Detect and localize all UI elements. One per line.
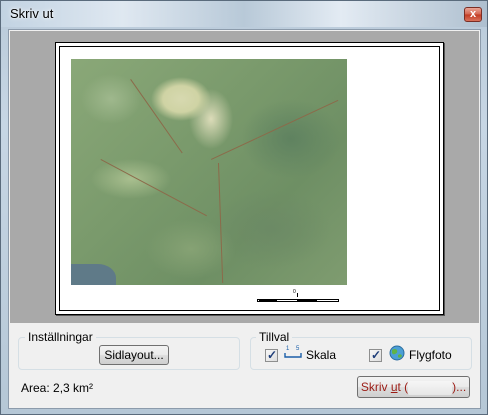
page-layout-button[interactable]: Sidlayout...	[99, 345, 169, 365]
svg-text:1: 1	[286, 346, 290, 352]
map-lake	[71, 264, 116, 285]
print-dialog: Skriv ut x 0 Inställningar Sidlayout... …	[0, 0, 488, 415]
map-road	[100, 159, 207, 217]
scale-label: Skala	[306, 348, 337, 362]
print-button-accelerator: u	[390, 380, 398, 394]
window-title: Skriv ut	[10, 6, 54, 21]
aerial-photo-label: Flygfoto	[409, 348, 452, 362]
close-icon: x	[469, 8, 477, 20]
preview-page: 0	[55, 42, 444, 315]
print-button-label-suffix: t (	[397, 380, 409, 394]
settings-group-title: Inställningar	[25, 330, 96, 344]
scale-bar: 0	[257, 289, 339, 305]
options-group-title: Tillval	[256, 330, 293, 344]
svg-text:5: 5	[296, 346, 300, 352]
print-button-label-end: )...	[452, 380, 467, 394]
options-group: Tillval 1 5 Skala Flygfoto	[250, 330, 472, 370]
print-preview: 0	[10, 31, 479, 323]
scale-bar-label: 0	[293, 289, 296, 295]
title-bar[interactable]: Skriv ut x	[1, 1, 487, 27]
scale-checkbox[interactable]	[265, 348, 278, 362]
aerial-photo-map	[71, 59, 347, 285]
scale-bar-segment	[297, 300, 317, 301]
page-layout-button-label: Sidlayout...	[104, 348, 164, 362]
globe-icon	[389, 345, 405, 361]
area-label: Area: 2,3 km²	[21, 381, 94, 395]
print-button-blank	[408, 380, 453, 395]
print-button-label-prefix: Skriv	[360, 380, 391, 394]
settings-group: Inställningar Sidlayout...	[18, 330, 240, 370]
dialog-client-area: 0 Inställningar Sidlayout... Tillval 1 5	[8, 29, 481, 409]
close-button[interactable]: x	[464, 7, 482, 22]
map-road	[211, 99, 339, 160]
scale-bar-segment	[259, 300, 277, 301]
map-road	[218, 163, 224, 283]
map-road	[130, 79, 183, 154]
print-button[interactable]: Skriv ut ()...	[357, 376, 470, 398]
scale-ruler-icon: 1 5	[284, 343, 302, 359]
aerial-photo-checkbox[interactable]	[369, 348, 382, 362]
scale-bar-tick	[297, 293, 298, 297]
